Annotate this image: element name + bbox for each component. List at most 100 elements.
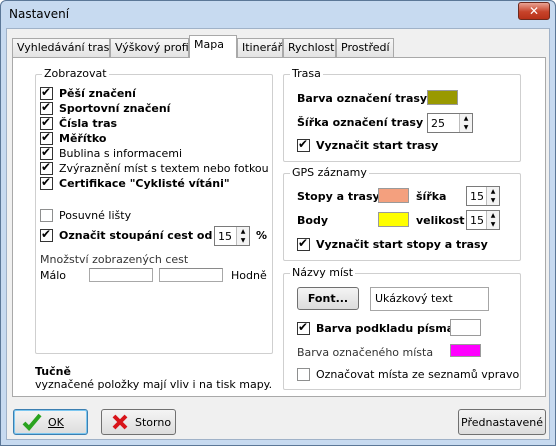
checkbox-box[interactable] — [40, 85, 53, 100]
tab-itinerary[interactable]: Itinerář — [237, 38, 283, 57]
checkbox-bg-color[interactable]: Barva podkladu písma — [297, 320, 454, 335]
footnote-text: vyznačené položky mají vliv i na tisk ma… — [35, 378, 273, 391]
spinner-arrows[interactable]: ▲ ▼ — [236, 227, 249, 245]
checkbox-box[interactable] — [40, 160, 53, 175]
climb-unit: % — [256, 229, 268, 242]
checkbox-label: Vyznačit start trasy — [316, 139, 439, 152]
checkbox-box[interactable] — [40, 130, 53, 145]
arrow-down-icon[interactable]: ▼ — [460, 123, 472, 132]
checkbox-box[interactable] — [40, 175, 53, 190]
checkbox-label: Čísla tras — [59, 117, 118, 130]
gps-tracks-color-swatch[interactable] — [378, 188, 409, 203]
checkbox-label: Certifikace "Cyklisté vítáni" — [59, 177, 230, 190]
arrow-up-icon[interactable]: ▲ — [487, 211, 499, 220]
font-button[interactable]: Font... — [297, 287, 359, 310]
gps-points-label: Body — [297, 214, 328, 227]
tab-map[interactable]: Mapa — [189, 35, 237, 58]
gps-points-color-swatch[interactable] — [378, 212, 409, 227]
spinner-value: 25 — [431, 117, 445, 130]
checkbox-climb[interactable]: Označit stoupání cest od — [40, 227, 213, 242]
checkbox-info-bubble[interactable]: Bublina s informacemi — [40, 145, 182, 160]
checkbox-route-numbers[interactable]: Čísla tras — [40, 115, 118, 130]
checkbox-box[interactable] — [297, 368, 310, 381]
checkbox-box[interactable] — [40, 100, 53, 115]
tab-environment[interactable]: Prostředí — [336, 38, 394, 57]
checkbox-box[interactable] — [40, 145, 53, 160]
spinner-arrows[interactable]: ▲ ▼ — [459, 114, 472, 132]
spinner-arrows[interactable]: ▲ ▼ — [486, 187, 499, 205]
checkbox-scale[interactable]: Měřítko — [40, 130, 106, 145]
bg-color-swatch[interactable] — [450, 319, 481, 336]
checkbox-places-from-list[interactable]: Označovat místa ze seznamů vpravo — [297, 368, 519, 381]
tab-speed[interactable]: Rychlost — [283, 38, 336, 57]
checkbox-label: Označovat místa ze seznamů vpravo — [316, 368, 520, 381]
checkbox-box[interactable] — [297, 236, 310, 251]
gps-tracks-label: Stopy a trasy — [297, 190, 380, 203]
quantity-slider-left[interactable] — [89, 268, 153, 282]
checkbox-label: Posuvné lišty — [59, 209, 132, 222]
quantity-high-label: Hodně — [231, 269, 267, 282]
checkbox-label: Označit stoupání cest od — [59, 229, 213, 242]
quantity-low-label: Málo — [40, 269, 67, 282]
spinner-arrows[interactable]: ▲ ▼ — [486, 211, 499, 229]
arrow-down-icon[interactable]: ▼ — [237, 236, 249, 245]
places-group: Názvy míst Font... Ukázkový text Barva p… — [283, 266, 521, 390]
arrow-up-icon[interactable]: ▲ — [237, 227, 249, 236]
arrow-up-icon[interactable]: ▲ — [460, 114, 472, 123]
gps-tracks-width-spinner[interactable]: 15 ▲ ▼ — [466, 186, 500, 206]
checkbox-label: Sportovní značení — [59, 102, 171, 115]
route-color-label: Barva označení trasy — [297, 92, 428, 105]
spinner-value: 15 — [470, 214, 484, 227]
cancel-button[interactable]: Storno — [101, 409, 176, 435]
checkbox-gps-start[interactable]: Vyznačit start stopy a trasy — [297, 236, 488, 251]
checkbox-box[interactable] — [40, 115, 53, 130]
checkbox-scroll-bars[interactable]: Posuvné lišty — [40, 209, 131, 222]
defaults-button-label: Přednastavené — [461, 415, 543, 429]
checkbox-route-start[interactable]: Vyznačit start trasy — [297, 137, 439, 152]
gps-points-size-label: velikost — [416, 214, 465, 227]
checkbox-label: Zvýraznění míst s textem nebo fotkou — [59, 162, 269, 175]
arrow-down-icon[interactable]: ▼ — [487, 196, 499, 205]
map-settings-panel: Zobrazovat Pěší značení Sportovní značen… — [12, 57, 546, 397]
font-button-label: Font... — [307, 292, 349, 305]
gps-group-legend: GPS záznamy — [290, 166, 369, 179]
route-group-legend: Trasa — [290, 67, 323, 80]
checkmark-icon — [22, 413, 42, 431]
route-width-spinner[interactable]: 25 ▲ ▼ — [427, 113, 473, 133]
display-group-legend: Zobrazovat — [42, 67, 109, 80]
checkbox-box[interactable] — [297, 320, 310, 335]
checkbox-box[interactable] — [40, 209, 53, 222]
display-group: Zobrazovat Pěší značení Sportovní značen… — [35, 67, 273, 354]
title-bar: Nastavení ✕ — [1, 1, 555, 28]
checkbox-cyclists-welcome[interactable]: Certifikace "Cyklisté vítáni" — [40, 175, 230, 190]
places-group-legend: Názvy míst — [290, 266, 356, 279]
footnote-title: Tučně — [35, 365, 71, 378]
checkbox-hiking-marks[interactable]: Pěší značení — [40, 85, 136, 100]
sample-text-box: Ukázkový text — [370, 287, 489, 311]
place-color-swatch[interactable] — [450, 344, 481, 357]
cross-icon — [112, 414, 128, 430]
checkbox-sport-marks[interactable]: Sportovní značení — [40, 100, 171, 115]
defaults-button[interactable]: Přednastavené — [458, 409, 546, 435]
arrow-up-icon[interactable]: ▲ — [487, 187, 499, 196]
spinner-value: 15 — [470, 190, 484, 203]
ok-button-label: OK — [48, 415, 64, 429]
checkbox-label: Vyznačit start stopy a trasy — [316, 238, 488, 251]
gps-points-size-spinner[interactable]: 15 ▲ ▼ — [466, 210, 500, 230]
settings-window: Nastavení ✕ Vyhledávání trasy Výškový pr… — [0, 0, 556, 446]
quantity-slider-right[interactable] — [159, 268, 223, 282]
arrow-down-icon[interactable]: ▼ — [487, 220, 499, 229]
spinner-value: 15 — [218, 230, 232, 243]
gps-group: GPS záznamy Stopy a trasy šířka 15 ▲ ▼ Bo… — [283, 166, 521, 261]
climb-spinner[interactable]: 15 ▲ ▼ — [214, 226, 250, 246]
tab-elevation-profile[interactable]: Výškový profil — [110, 38, 192, 57]
ok-button[interactable]: OK — [13, 409, 88, 435]
tab-route-search[interactable]: Vyhledávání trasy — [12, 38, 116, 57]
checkbox-highlight-places[interactable]: Zvýraznění míst s textem nebo fotkou — [40, 160, 269, 175]
checkbox-box[interactable] — [40, 227, 53, 242]
place-color-label: Barva označeného místa — [297, 346, 434, 359]
close-button[interactable]: ✕ — [518, 2, 550, 20]
route-color-swatch[interactable] — [427, 90, 458, 105]
route-group: Trasa Barva označení trasy Šířka označen… — [283, 67, 521, 162]
checkbox-box[interactable] — [297, 137, 310, 152]
